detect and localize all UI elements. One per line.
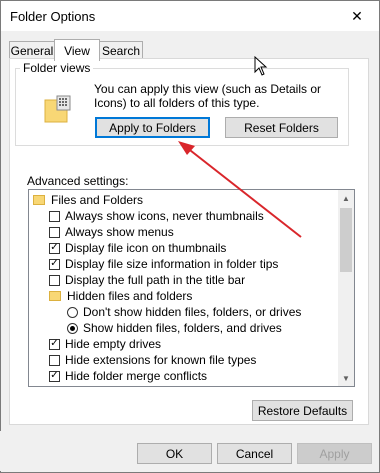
mouse-cursor-icon: [254, 56, 268, 76]
annotation-arrow: [178, 141, 302, 238]
tab-view[interactable]: View: [54, 39, 100, 61]
